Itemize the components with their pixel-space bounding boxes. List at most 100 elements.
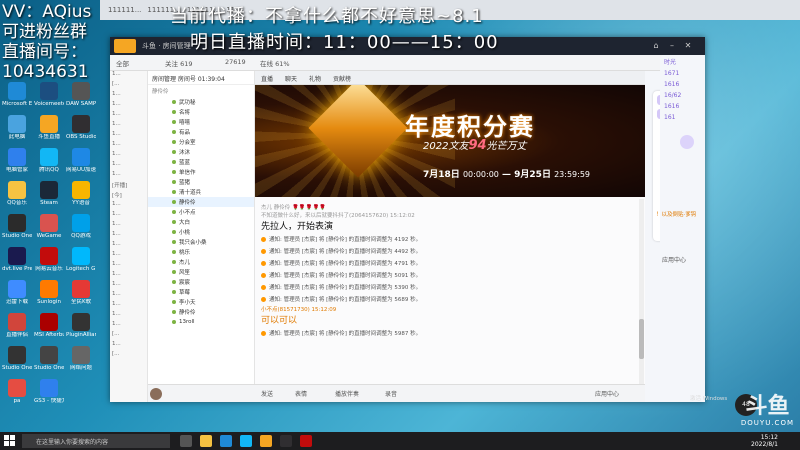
conversation-row[interactable]: 1... (110, 301, 147, 311)
desktop-icon[interactable]: 直播伴侣 (2, 313, 32, 339)
member-item[interactable]: 大白 (148, 217, 254, 227)
toolbar-item[interactable]: 27619 (225, 58, 246, 66)
conversation-row[interactable]: 1... (110, 131, 147, 141)
emoji-button[interactable]: 表情 (295, 389, 307, 398)
conversation-row[interactable]: 1... (110, 141, 147, 151)
conversation-row[interactable]: 1... (110, 321, 147, 331)
windows-start-icon[interactable] (4, 435, 16, 447)
member-item[interactable]: 桃乐 (148, 247, 254, 257)
conversation-row[interactable]: 1... (110, 111, 147, 121)
desktop-icon[interactable]: Studio One (2, 214, 32, 240)
douyu-icon[interactable] (260, 435, 272, 447)
conversation-row[interactable]: 1... (110, 201, 147, 211)
member-item[interactable]: 草莓 (148, 287, 254, 297)
avatar[interactable] (150, 388, 162, 400)
member-item[interactable]: 分会室 (148, 137, 254, 147)
desktop-icon[interactable]: 迅雷下载 (2, 280, 32, 306)
desktop-icon[interactable]: PluginAlliance (66, 313, 96, 339)
toolbar-item[interactable]: 在线 61% (260, 58, 290, 68)
desktop-icon[interactable]: 腾讯QQ (34, 148, 64, 174)
desktop-icon[interactable]: 电脑管家 (2, 148, 32, 174)
desktop-icon[interactable]: Voicemeeter Banana (34, 82, 64, 108)
tab-gifts[interactable]: 礼物 (309, 74, 321, 83)
accompaniment-button[interactable]: 播放伴奏 (335, 389, 359, 398)
conversation-row[interactable]: 1... (110, 161, 147, 171)
music-icon[interactable] (300, 435, 312, 447)
conversation-row[interactable]: 1... (110, 211, 147, 221)
desktop-icon[interactable]: WeGame (34, 214, 64, 240)
member-item[interactable]: 小不点 (148, 207, 254, 217)
file-explorer-icon[interactable] (200, 435, 212, 447)
floating-action-icon[interactable] (680, 135, 694, 149)
member-item[interactable]: 小桃 (148, 227, 254, 237)
member-item[interactable]: 静伶伶 (148, 197, 254, 207)
desktop-icon[interactable]: 此电脑 (2, 115, 32, 141)
conversation-row[interactable]: 1... (110, 271, 147, 281)
app-center-button[interactable]: 应用中心 (595, 389, 619, 398)
member-item[interactable]: 蓝猪 (148, 177, 254, 187)
side-app-center[interactable]: 应用中心 (662, 255, 686, 264)
member-item[interactable]: 李小夭 (148, 297, 254, 307)
desktop-icon[interactable]: 网易UU加速器 (66, 148, 96, 174)
conversation-row[interactable]: 1... (110, 231, 147, 241)
desktop-icon[interactable]: Sunlogin (34, 280, 64, 306)
conversation-row[interactable]: 1... (110, 291, 147, 301)
desktop-icon[interactable]: MSI Afterburner (34, 313, 64, 339)
conversation-row[interactable]: [... (110, 351, 147, 361)
chat-scrollbar[interactable] (639, 199, 644, 384)
member-item[interactable]: 沐沐 (148, 147, 254, 157)
conversation-row[interactable]: [开播] (110, 181, 147, 191)
member-item[interactable]: 名将 (148, 107, 254, 117)
desktop-icon[interactable]: 网易云音乐 (34, 247, 64, 273)
edge-icon[interactable] (220, 435, 232, 447)
desktop-icon[interactable]: Studio One (2, 346, 32, 372)
taskbar-clock[interactable]: 15:12 2022/8/1 (751, 434, 778, 448)
desktop-icon[interactable]: Studio One (34, 346, 64, 372)
member-item[interactable]: 武功秘 (148, 97, 254, 107)
conversation-row[interactable]: 1... (110, 341, 147, 351)
member-item[interactable]: 杰儿 (148, 257, 254, 267)
qq-icon[interactable] (240, 435, 252, 447)
tab-ranking[interactable]: 贡献榜 (333, 74, 351, 83)
close-icon[interactable]: ✕ (682, 40, 694, 52)
scrollbar-thumb[interactable] (639, 319, 644, 359)
conversation-row[interactable]: [... (110, 331, 147, 341)
desktop-icon[interactable]: OBS Studio (66, 115, 96, 141)
desktop-icon[interactable]: Logitech G HUB (66, 247, 96, 273)
conversation-row[interactable]: 1... (110, 151, 147, 161)
task-view-icon[interactable] (180, 435, 192, 447)
conversation-row[interactable]: [... (110, 81, 147, 91)
event-banner[interactable]: 年度积分赛 2022文友94光芒万丈 7月18日 00:00:00 — 9月25… (255, 85, 645, 197)
tab-chat[interactable]: 聊天 (285, 74, 297, 83)
member-item[interactable]: 13roll (148, 317, 254, 327)
desktop-icon[interactable]: YY语音 (66, 181, 96, 207)
toolbar-item[interactable]: 全部 (116, 58, 129, 68)
desktop-icon[interactable]: DAW SAMPLE (66, 82, 96, 108)
member-item[interactable]: 我只会小桑 (148, 237, 254, 247)
conversation-row[interactable]: 1... (110, 91, 147, 101)
tab-live[interactable]: 直播 (261, 74, 273, 83)
taskbar-search-input[interactable]: 在这里输入你要搜索的内容 (22, 434, 170, 448)
desktop-icon[interactable]: QQ音乐 (2, 181, 32, 207)
record-button[interactable]: 录音 (385, 389, 397, 398)
desktop-icon[interactable]: 全民K歌 (66, 280, 96, 306)
desktop-icon[interactable]: Microsoft Edge (2, 82, 32, 108)
conversation-row[interactable]: 1... (110, 311, 147, 321)
desktop-icon[interactable]: 网络问题 (66, 346, 96, 372)
home-icon[interactable]: ⌂ (650, 40, 662, 52)
browser-tab[interactable]: 111111... (108, 6, 141, 14)
conversation-row[interactable]: 1... (110, 121, 147, 131)
member-item[interactable]: 宸宸 (148, 277, 254, 287)
send-button[interactable]: 发送 (261, 389, 273, 398)
conversation-row[interactable]: [今] (110, 191, 147, 201)
toolbar-item[interactable]: 关注 619 (165, 58, 192, 68)
desktop-icon[interactable]: Steam (34, 181, 64, 207)
conversation-row[interactable]: 1... (110, 261, 147, 271)
conversation-row[interactable]: 1... (110, 71, 147, 81)
desktop-icon[interactable]: pa (2, 379, 32, 405)
member-item[interactable]: 蓝蓝 (148, 157, 254, 167)
conversation-row[interactable]: 1... (110, 171, 147, 181)
member-item[interactable]: 嘻嘻 (148, 117, 254, 127)
member-item[interactable]: 有品 (148, 127, 254, 137)
desktop-icon[interactable]: QQ游戏 (66, 214, 96, 240)
